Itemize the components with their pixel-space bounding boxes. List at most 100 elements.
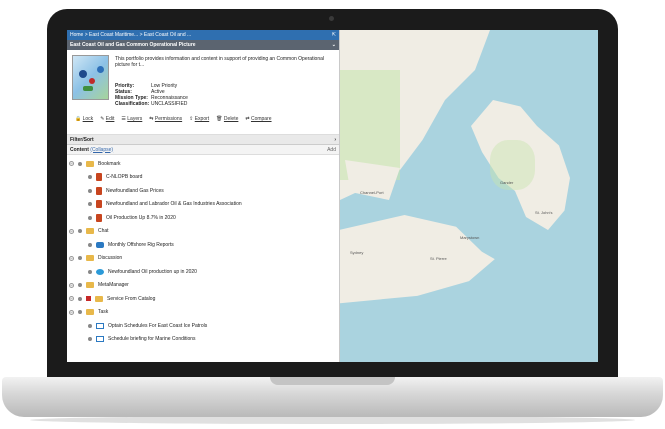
document-icon — [96, 200, 102, 209]
expand-toggle-icon[interactable]: − — [69, 296, 74, 302]
action-label: Export — [194, 116, 210, 122]
filter-sort-bar[interactable]: Filter/Sort › — [67, 135, 339, 145]
checkbox[interactable] — [86, 296, 91, 302]
bullet-icon — [78, 256, 82, 261]
bullet-icon — [88, 215, 92, 220]
tree-item[interactable]: − Bookmark — [67, 157, 339, 171]
laptop-notch — [270, 377, 395, 385]
tree-item-label: Bookmark — [98, 160, 121, 167]
action-lock-button[interactable]: 🔒 Lock — [75, 116, 93, 122]
bullet-icon — [78, 229, 82, 234]
action-export-button[interactable]: ⇪ Export — [189, 116, 209, 122]
action-label: Layers — [127, 116, 143, 122]
tree-item[interactable]: Newfoundland Gas Prices — [67, 184, 339, 198]
expand-toggle-icon[interactable]: − — [69, 161, 74, 167]
tree-item-label: Monthly Offshore Rig Reports — [108, 241, 174, 248]
description: This portfolio provides information and … — [115, 56, 325, 68]
tree-item-label: Discussion — [98, 255, 123, 262]
bullet-icon — [88, 323, 92, 328]
map-view[interactable]: Sydney St. Pierre St. John's Marystown C… — [340, 30, 598, 362]
tree-item-label: Newfoundland and Labrador Oil & Gas Indu… — [106, 201, 242, 208]
tree-item-label: Service From Catalog — [107, 295, 156, 302]
folder-icon — [86, 228, 94, 235]
action-delete-button[interactable]: 🗑 Delete — [216, 116, 238, 122]
bullet-icon — [88, 269, 92, 274]
bullet-icon — [88, 337, 92, 342]
folder-icon — [95, 295, 103, 302]
page-title: East Coast Oil and Gas Common Operationa… — [70, 42, 196, 48]
content-label: Content — [70, 146, 89, 153]
document-icon — [96, 173, 102, 182]
tree-item-label: Oil Production Up 8.7% in 2020 — [106, 214, 176, 221]
expand-toggle-icon[interactable]: − — [69, 282, 74, 288]
map-thumbnail — [72, 55, 109, 100]
folder-icon — [86, 160, 94, 167]
tree-item[interactable]: − Service From Catalog — [67, 292, 339, 306]
tree-item-label: Optain Schedules For East Coast Ice Patr… — [108, 322, 208, 329]
bullet-icon — [88, 188, 92, 193]
chevron-right-icon: › — [334, 136, 336, 143]
tree-item[interactable]: Oil Production Up 8.7% in 2020 — [67, 211, 339, 225]
action-label: Permissions — [154, 116, 183, 122]
metadata-fields: Priority: Low Priority Status: Active Missio… — [115, 83, 188, 107]
add-button[interactable]: Add — [327, 147, 336, 153]
expand-toggle-icon[interactable]: − — [69, 309, 74, 315]
tree-item[interactable]: Optain Schedules For East Coast Ice Patr… — [67, 319, 339, 333]
camera-icon — [329, 16, 334, 21]
tree-item[interactable]: Schedule briefing for Marine Conditions — [67, 333, 339, 347]
bullet-icon — [78, 161, 82, 166]
bullet-icon — [78, 283, 82, 288]
tree-item[interactable]: Newfoundland Oil production up in 2020 — [67, 265, 339, 279]
portfolio-panel: Home > East Coast Maritime... > East Coa… — [67, 30, 340, 362]
tree-item[interactable]: − Task — [67, 306, 339, 320]
bullet-icon — [88, 202, 92, 207]
content-header: Content (Collapse) Add — [67, 145, 339, 155]
tree-item-label: Newfoundland Oil production up in 2020 — [108, 268, 197, 275]
delete-icon: 🗑 — [216, 116, 224, 122]
content-tree: − Bookmark C-NLOPB board Newfoundland Gas P… — [67, 155, 339, 346]
title-bar: East Coast Oil and Gas Common Operationa… — [67, 40, 339, 50]
document-icon — [96, 186, 102, 195]
folder-icon — [86, 255, 94, 262]
action-layers-button[interactable]: ☰ Layers — [121, 116, 142, 122]
action-permissions-button[interactable]: ⇆ Permissions — [149, 116, 182, 122]
tree-item-label: C-NLOPB board — [106, 174, 143, 181]
action-label: Delete — [223, 116, 239, 122]
action-edit-button[interactable]: ✎ Edit — [100, 116, 114, 122]
tree-item[interactable]: − Chat — [67, 225, 339, 239]
tree-item-label: Chat — [98, 228, 109, 235]
chevron-down-icon[interactable]: ⌄ — [332, 42, 336, 48]
screen: Home > East Coast Maritime... > East Coa… — [67, 30, 598, 362]
folder-icon — [86, 309, 94, 316]
expand-toggle-icon[interactable]: − — [69, 228, 74, 234]
action-compare-button[interactable]: ⇄ Compare — [245, 116, 271, 122]
field-value: UNCLASSIFIED — [151, 101, 188, 107]
task-icon — [96, 322, 104, 329]
popout-icon[interactable]: ⇱ — [332, 32, 336, 38]
breadcrumb[interactable]: Home > East Coast Maritime... > East Coa… — [70, 32, 191, 38]
breadcrumb-bar: Home > East Coast Maritime... > East Coa… — [67, 30, 339, 40]
tree-item[interactable]: Monthly Offshore Rig Reports — [67, 238, 339, 252]
action-label: Edit — [105, 116, 115, 122]
expand-toggle-icon[interactable]: − — [69, 255, 74, 261]
tree-item-label: Task — [98, 309, 109, 316]
bullet-icon — [78, 296, 82, 301]
laptop-shadow — [30, 416, 635, 424]
lock-icon: 🔒 — [75, 116, 83, 122]
field-key: Classification: — [115, 101, 150, 107]
bullet-icon — [88, 175, 92, 180]
document-icon — [96, 213, 102, 222]
collapse-link[interactable]: (Collapse) — [90, 147, 113, 153]
action-toolbar: 🔒 Lock ✎ Edit ☰ Layers ⇆ Permissions ⇪ Expor… — [75, 116, 272, 122]
tree-item-label: Schedule briefing for Marine Conditions — [108, 336, 196, 343]
tree-item[interactable]: Newfoundland and Labrador Oil & Gas Indu… — [67, 198, 339, 212]
discussion-icon — [96, 268, 104, 275]
task-icon — [96, 336, 104, 343]
tree-item[interactable]: − MetaManager — [67, 279, 339, 293]
tree-item[interactable]: C-NLOPB board — [67, 171, 339, 185]
action-label: Compare — [250, 116, 272, 122]
tree-item-label: Newfoundland Gas Prices — [106, 187, 164, 194]
bullet-icon — [88, 242, 92, 247]
portfolio-details: This portfolio provides information and … — [67, 50, 339, 135]
tree-item[interactable]: − Discussion — [67, 252, 339, 266]
